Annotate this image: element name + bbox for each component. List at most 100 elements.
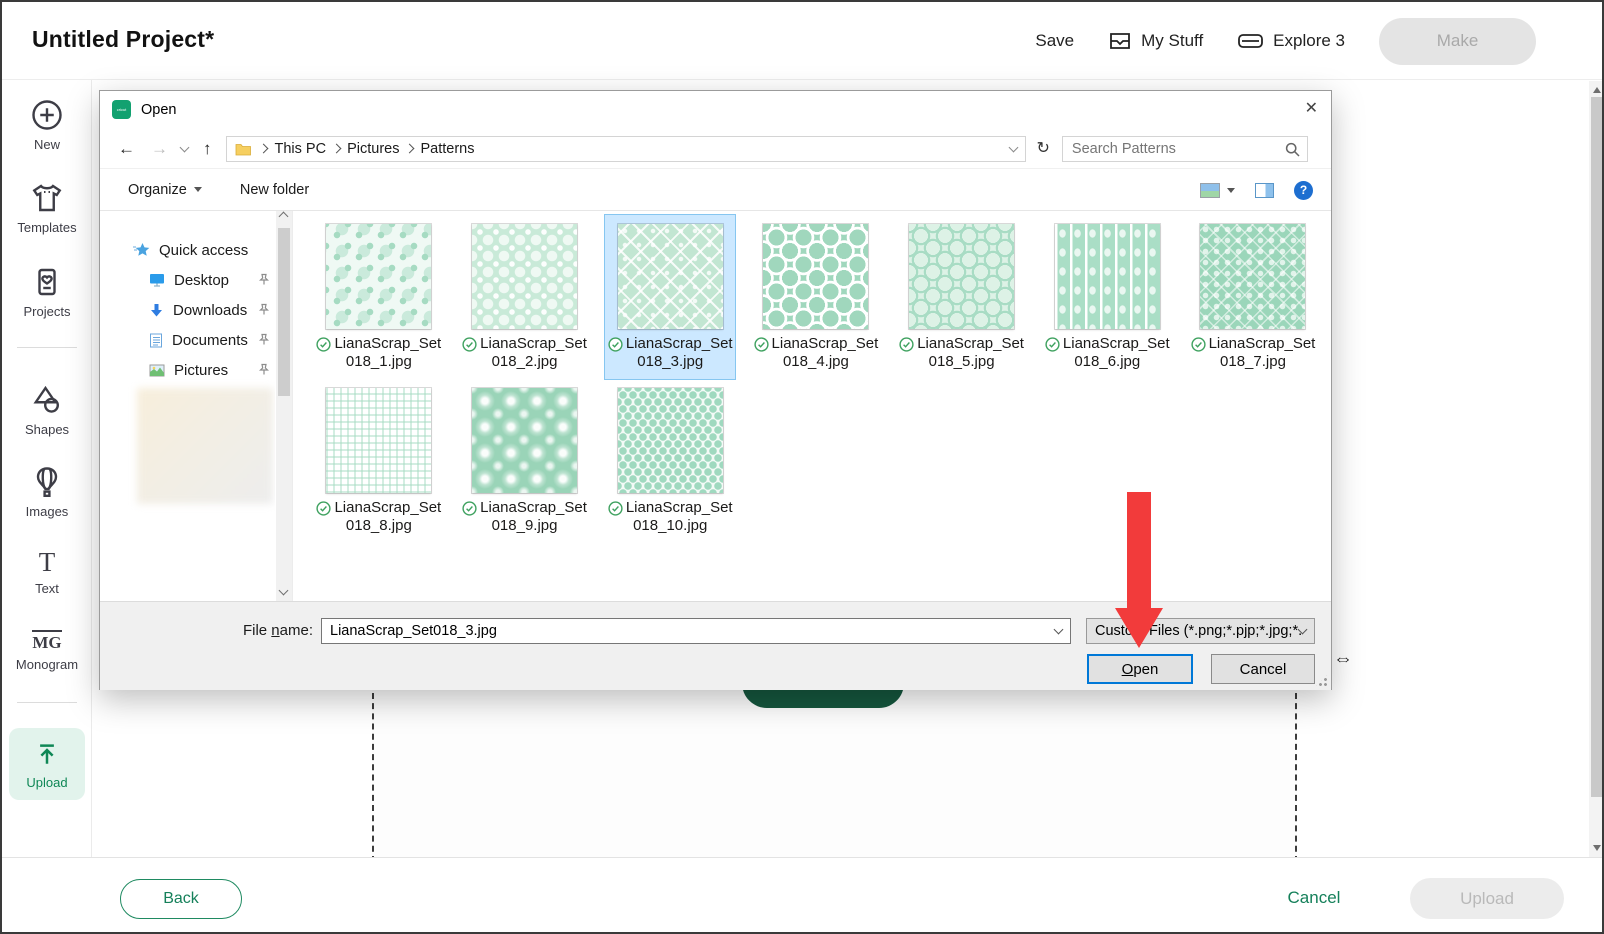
forward-arrow-icon[interactable]: → bbox=[151, 140, 168, 157]
file-thumbnail bbox=[1200, 224, 1305, 329]
file-item-selected[interactable]: LianaScrap_Set 018_3.jpg bbox=[605, 215, 735, 379]
sidebar-item-new[interactable]: New bbox=[2, 97, 92, 152]
tree-scrollbar[interactable] bbox=[276, 211, 292, 601]
dialog-title: Open bbox=[141, 91, 176, 129]
tree-item-documents[interactable]: Documents bbox=[100, 326, 275, 354]
file-item[interactable]: LianaScrap_Set 018_5.jpg bbox=[897, 215, 1027, 379]
synced-check-icon bbox=[1045, 337, 1060, 352]
upload-button[interactable]: Upload bbox=[1410, 878, 1564, 919]
scroll-down-icon[interactable] bbox=[1593, 845, 1601, 851]
my-stuff-button[interactable]: My Stuff bbox=[1108, 30, 1203, 52]
text-icon: T bbox=[39, 547, 56, 577]
dialog-footer: File name: Custom Files (*.png;*.pjp;*.j… bbox=[100, 601, 1331, 690]
back-arrow-icon[interactable]: ← bbox=[118, 140, 135, 157]
close-icon[interactable]: ✕ bbox=[1305, 100, 1318, 118]
resize-grip[interactable] bbox=[1315, 674, 1328, 687]
breadcrumb-pictures[interactable]: Pictures bbox=[343, 141, 403, 157]
breadcrumb-this-pc[interactable]: This PC bbox=[271, 141, 331, 157]
file-thumbnail bbox=[472, 388, 577, 493]
file-thumbnail bbox=[326, 224, 431, 329]
sidebar-item-templates[interactable]: Templates bbox=[2, 180, 92, 235]
tree-item-pictures[interactable]: Pictures bbox=[100, 356, 275, 384]
make-button[interactable]: Make bbox=[1379, 18, 1536, 65]
folder-icon bbox=[235, 142, 252, 156]
page-scrollbar[interactable] bbox=[1589, 81, 1604, 857]
open-dialog: cricut Open ✕ ← → ↑ This PC Pictures Pat… bbox=[99, 90, 1332, 690]
cancel-link[interactable]: Cancel bbox=[1279, 858, 1349, 934]
sidebar-item-images[interactable]: Images bbox=[2, 464, 92, 519]
scroll-up-icon[interactable] bbox=[1593, 87, 1601, 93]
back-button[interactable]: Back bbox=[120, 879, 242, 919]
pin-icon bbox=[258, 303, 270, 316]
caret-down-icon bbox=[194, 187, 202, 192]
file-name-combo bbox=[321, 618, 1071, 644]
synced-check-icon bbox=[608, 501, 623, 516]
scroll-up-icon[interactable] bbox=[279, 212, 289, 222]
recent-locations-chevron-icon[interactable] bbox=[180, 142, 190, 152]
open-button[interactable]: Open bbox=[1087, 654, 1193, 684]
refresh-icon[interactable]: ↻ bbox=[1037, 140, 1050, 157]
pictures-icon bbox=[149, 364, 165, 377]
sidebar-item-label: Templates bbox=[17, 220, 76, 235]
breadcrumb: This PC Pictures Patterns bbox=[226, 136, 1026, 162]
synced-check-icon bbox=[1191, 337, 1206, 352]
file-thumbnail bbox=[763, 224, 868, 329]
dialog-body: Quick access Desktop Downloads Documents bbox=[100, 211, 1331, 601]
file-item[interactable]: LianaScrap_Set 018_8.jpg bbox=[314, 379, 444, 543]
page-title: Untitled Project* bbox=[32, 26, 214, 53]
tree-item-desktop[interactable]: Desktop bbox=[100, 266, 275, 294]
address-dropdown-chevron-icon[interactable] bbox=[1008, 142, 1018, 152]
scrollbar-thumb[interactable] bbox=[278, 228, 290, 396]
my-stuff-label: My Stuff bbox=[1141, 31, 1203, 51]
sidebar-item-shapes[interactable]: Shapes bbox=[2, 382, 92, 437]
file-item[interactable]: LianaScrap_Set 018_7.jpg bbox=[1188, 215, 1318, 379]
sidebar-item-label: Monogram bbox=[16, 657, 78, 672]
breadcrumb-patterns[interactable]: Patterns bbox=[416, 141, 478, 157]
dialog-cancel-button[interactable]: Cancel bbox=[1211, 654, 1315, 684]
sidebar-item-projects[interactable]: Projects bbox=[2, 264, 92, 319]
sidebar: New Templates Projects Shapes Images T T… bbox=[2, 80, 92, 857]
preview-pane-icon[interactable] bbox=[1255, 183, 1274, 198]
project-card-icon bbox=[29, 264, 65, 300]
explore-machine-button[interactable]: Explore 3 bbox=[1237, 31, 1345, 51]
downloads-icon bbox=[149, 303, 164, 318]
file-item[interactable]: LianaScrap_Set 018_10.jpg bbox=[605, 379, 735, 543]
file-item[interactable]: LianaScrap_Set 018_9.jpg bbox=[460, 379, 590, 543]
tree-item-downloads[interactable]: Downloads bbox=[100, 296, 275, 324]
synced-check-icon bbox=[754, 337, 769, 352]
sidebar-item-upload[interactable]: Upload bbox=[9, 728, 85, 800]
tree-item-quick-access[interactable]: Quick access bbox=[100, 236, 275, 264]
scroll-down-icon[interactable] bbox=[279, 586, 289, 596]
file-name-label: File name: bbox=[221, 618, 313, 644]
new-folder-button[interactable]: New folder bbox=[240, 182, 309, 198]
file-thumbnail bbox=[618, 224, 723, 329]
scrollbar-thumb[interactable] bbox=[1591, 97, 1604, 797]
shapes-icon bbox=[29, 382, 65, 418]
file-name-input[interactable] bbox=[322, 619, 1070, 643]
documents-icon bbox=[149, 333, 163, 348]
balloon-icon bbox=[29, 464, 65, 500]
file-type-select[interactable]: Custom Files (*.png;*.pjp;*.jpg;*. bbox=[1086, 618, 1315, 644]
dialog-titlebar[interactable]: cricut Open ✕ bbox=[100, 91, 1331, 129]
my-stuff-icon bbox=[1108, 30, 1132, 52]
file-item[interactable]: LianaScrap_Set 018_4.jpg bbox=[751, 215, 881, 379]
up-arrow-icon[interactable]: ↑ bbox=[203, 140, 212, 157]
help-icon[interactable]: ? bbox=[1294, 181, 1313, 200]
sidebar-item-label: Upload bbox=[26, 775, 67, 790]
sidebar-item-monogram[interactable]: MG Monogram bbox=[2, 630, 92, 672]
blurred-tree-region bbox=[137, 388, 273, 504]
sidebar-item-text[interactable]: T Text bbox=[2, 547, 92, 596]
save-button[interactable]: Save bbox=[1035, 31, 1074, 51]
search-box bbox=[1062, 136, 1308, 162]
organize-menu[interactable]: Organize bbox=[128, 182, 202, 198]
synced-check-icon bbox=[316, 337, 331, 352]
bottom-bar: Back Cancel Upload bbox=[2, 857, 1602, 934]
file-item[interactable]: LianaScrap_Set 018_6.jpg bbox=[1042, 215, 1172, 379]
view-mode-button[interactable] bbox=[1200, 183, 1235, 198]
search-input[interactable] bbox=[1063, 137, 1307, 161]
quick-access-star-icon bbox=[133, 242, 150, 258]
file-item[interactable]: LianaScrap_Set 018_1.jpg bbox=[314, 215, 444, 379]
file-item[interactable]: LianaScrap_Set 018_2.jpg bbox=[460, 215, 590, 379]
file-thumbnail bbox=[326, 388, 431, 493]
sidebar-item-label: Projects bbox=[24, 304, 71, 319]
